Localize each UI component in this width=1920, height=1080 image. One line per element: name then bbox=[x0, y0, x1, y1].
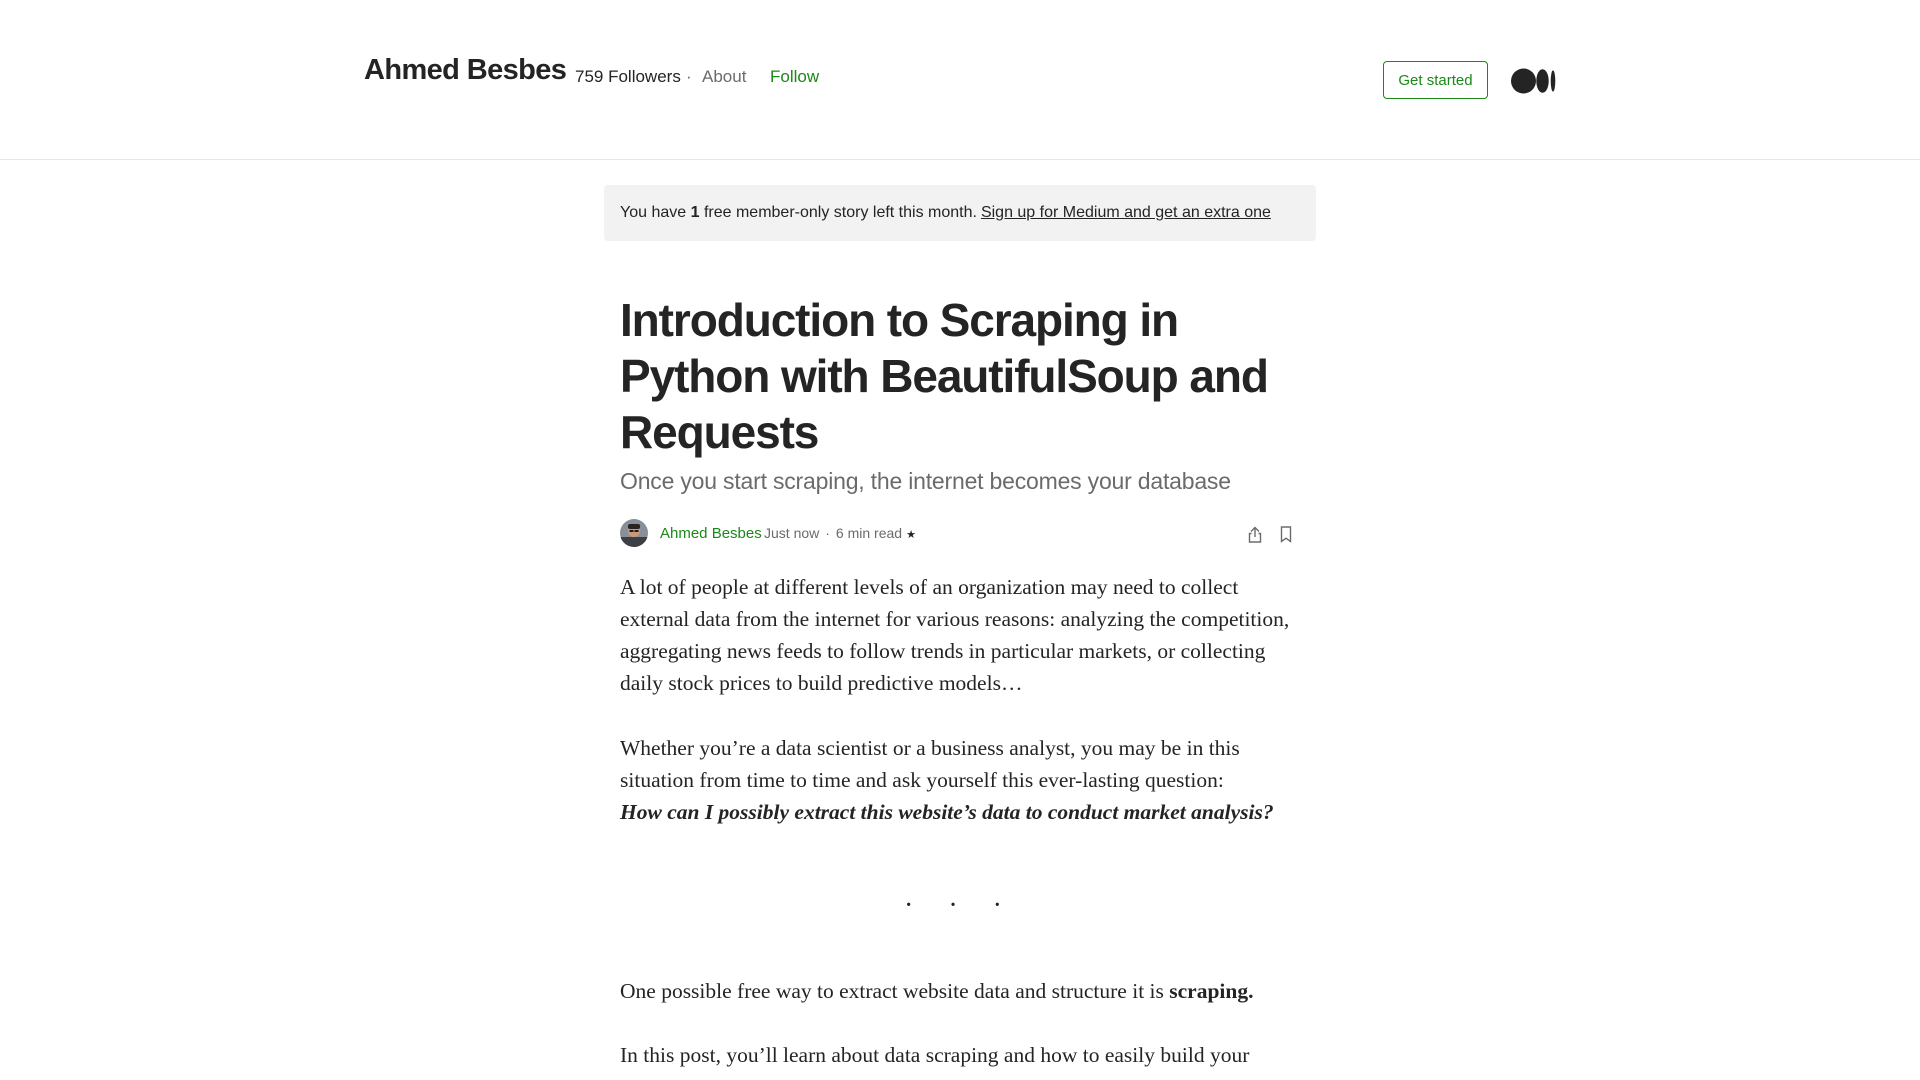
paragraph-1: A lot of people at different levels of a… bbox=[620, 575, 1290, 695]
signup-link[interactable]: Sign up for Medium and get an extra one bbox=[981, 204, 1271, 222]
header-separator: · bbox=[686, 67, 692, 86]
author-link[interactable]: Ahmed Besbes bbox=[660, 525, 762, 542]
star-icon: ★ bbox=[906, 529, 916, 541]
posted-time: Just now bbox=[764, 525, 820, 541]
top-bar: Ahmed Besbes 759 Followers · About Follo… bbox=[0, 0, 1920, 160]
medium-logo-icon[interactable] bbox=[1511, 68, 1557, 94]
paragraph-3: One possible free way to extract website… bbox=[620, 975, 1300, 1007]
banner-count: 1 bbox=[690, 204, 700, 221]
member-story-banner: You have 1 free member-only story left t… bbox=[604, 185, 1316, 241]
bookmark-icon[interactable] bbox=[1274, 522, 1298, 546]
paragraph-2-emphasis: How can I possibly extract this website’… bbox=[620, 800, 1274, 824]
banner-text-after: free member-only story left this month. bbox=[703, 204, 977, 221]
avatar[interactable] bbox=[620, 519, 648, 547]
section-separator: · · · bbox=[904, 890, 1016, 921]
follow-link[interactable]: Follow bbox=[770, 67, 819, 87]
byline: Ahmed Besbes Just now · 6 min read ★ bbox=[620, 519, 1300, 549]
read-time: 6 min read bbox=[835, 525, 903, 541]
post-meta: Just now · 6 min read ★ bbox=[764, 525, 916, 541]
banner-text-before: You have bbox=[620, 204, 687, 221]
paragraph-2: Whether you’re a data scientist or a bus… bbox=[620, 732, 1300, 828]
followers-count[interactable]: 759 Followers bbox=[575, 67, 681, 87]
publication-name[interactable]: Ahmed Besbes bbox=[364, 54, 567, 87]
meta-separator: · bbox=[825, 525, 830, 541]
article-title: Introduction to Scraping in Python with … bbox=[620, 294, 1269, 458]
article-subtitle: Once you start scraping, the internet be… bbox=[620, 468, 1231, 494]
about-link[interactable]: About bbox=[702, 67, 746, 87]
share-icon[interactable] bbox=[1243, 522, 1267, 546]
get-started-button[interactable]: Get started bbox=[1383, 61, 1488, 99]
paragraph-3-text: One possible free way to extract website… bbox=[620, 979, 1164, 1003]
paragraph-2-text: Whether you’re a data scientist or a bus… bbox=[620, 736, 1240, 792]
paragraph-3-bold: scraping. bbox=[1169, 979, 1254, 1003]
paragraph-4: In this post, you’ll learn about data sc… bbox=[620, 1043, 1250, 1067]
